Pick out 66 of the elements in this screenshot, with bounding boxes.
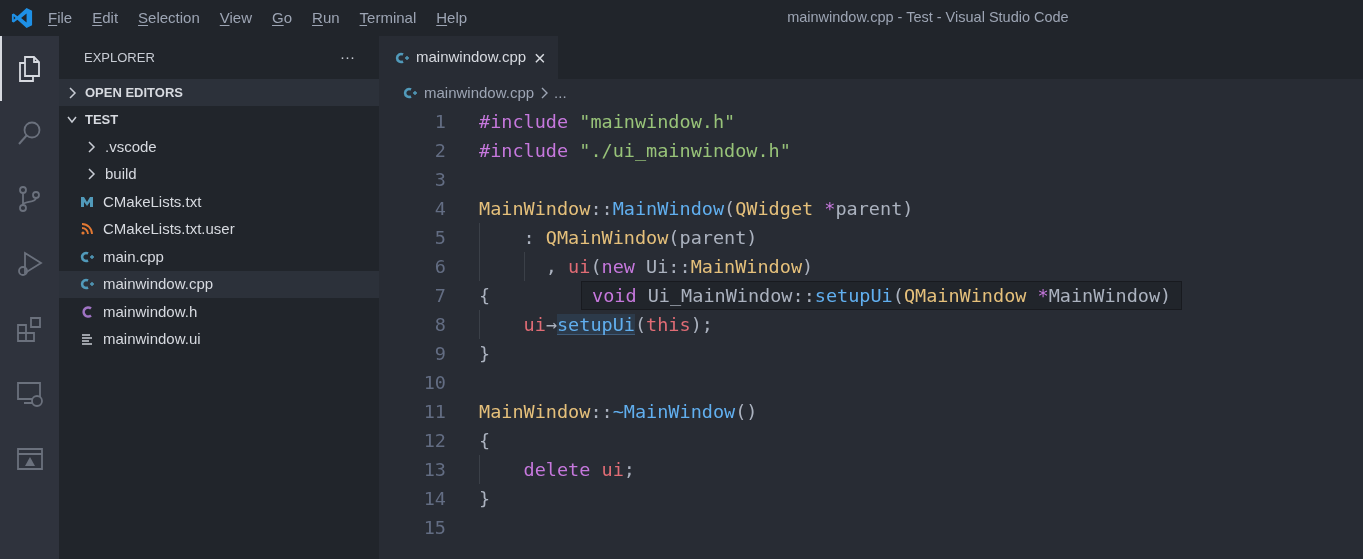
sidebar-title: EXPLORER [84,48,155,67]
cpp-file-icon [403,86,418,100]
section-header[interactable]: TEST [59,106,379,133]
chevron-icon [86,168,96,181]
line-number: 6 [433,254,446,279]
code-line: { [479,428,491,453]
line-number: 1 [433,109,446,134]
letter-m-icon [80,195,94,208]
code-line: : QMainWindow(parent) [522,225,758,250]
code-line: ui→setupUi(this); [522,312,713,337]
file-tree-item[interactable]: mainwindow.ui [59,325,379,353]
app-logo-icon [11,7,33,29]
file-tree-item[interactable]: CMakeLists.txt.user [59,215,379,243]
breadcrumb-item[interactable]: mainwindow.cpp [424,81,535,105]
close-button[interactable]: × [534,42,546,73]
cpp-file-icon [395,50,410,65]
code-line: #include "mainwindow.h" [479,109,736,134]
section-header[interactable]: OPEN EDITORS [59,79,379,106]
chevron-icon [67,86,77,99]
line-number: 7 [433,283,446,308]
breadcrumb-item[interactable]: ... [554,81,567,105]
menu-item[interactable]: Terminal [359,6,417,30]
file-tree-item[interactable]: mainwindow.cpp [59,270,379,298]
line-number: 4 [433,196,446,221]
line-number: 9 [433,341,446,366]
menu-item[interactable]: Run [312,6,340,30]
cpp-file-icon [79,277,95,292]
code-line: , ui(new Ui::MainWindow) [544,254,814,279]
file-tree-item[interactable]: mainwindow.h [59,298,379,326]
line-number: 2 [433,138,446,163]
rss-icon [81,223,93,236]
line-number: 8 [433,312,446,337]
line-number: 10 [422,370,446,395]
code-line: } [479,341,491,366]
line-number: 11 [422,399,446,424]
menu-item[interactable]: File [48,6,73,30]
cpp-file-icon [79,249,95,264]
c-file-icon [81,304,93,319]
window-title: mainwindow.cpp - Test - Visual Studio Code [787,8,1069,28]
editor-tab[interactable]: mainwindow.cpp × [379,36,558,79]
text-file-icon [81,333,93,346]
more-actions-button[interactable]: ··· [340,46,355,69]
code-line: MainWindow::~MainWindow() [479,399,758,424]
file-tree-item[interactable]: CMakeLists.txt [59,188,379,216]
menu-item[interactable]: Edit [92,6,119,30]
chevron-icon [540,87,549,99]
code-line: #include "./ui_mainwindow.h" [479,138,791,163]
hover-tooltip: void Ui_MainWindow::setupUi(QMainWindow *MainWindow) [581,281,1183,310]
menu-item[interactable]: View [219,6,252,30]
code-line: { [479,283,491,308]
chevron-icon [86,140,96,153]
line-number: 14 [422,486,446,511]
line-number: 12 [422,428,446,453]
menu-item[interactable]: Go [272,6,293,30]
code-line: MainWindow::MainWindow(QWidget *parent) [479,196,914,221]
file-tree-item[interactable]: build [59,160,379,188]
menu-item[interactable]: Selection [138,6,200,30]
line-number: 15 [422,515,446,540]
line-number: 3 [433,167,446,192]
file-tree-item[interactable]: .vscode [59,133,379,161]
menu-item[interactable]: Help [436,6,468,30]
line-number: 5 [433,225,446,250]
file-tree-item[interactable]: main.cpp [59,243,379,271]
code-line: } [479,486,491,511]
code-line: delete ui; [522,457,635,482]
line-number: 13 [422,457,446,482]
